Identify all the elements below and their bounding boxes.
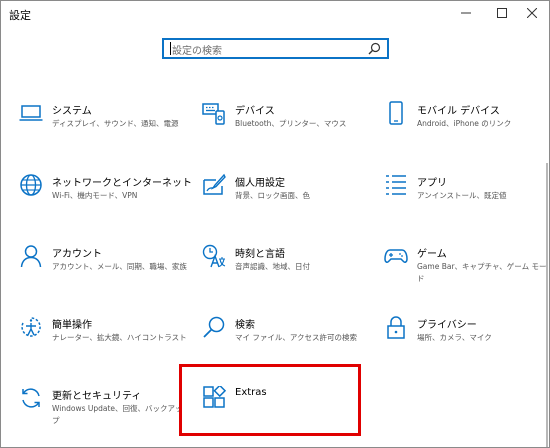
tile-description: 音声認識、地域、日付	[235, 262, 310, 271]
gamepad-icon	[384, 244, 408, 268]
tile-accounts[interactable]: アカウント アカウント、メール、同期、職場、家族	[19, 244, 189, 304]
ease-of-access-icon	[19, 315, 43, 339]
minimize-button[interactable]	[449, 1, 483, 25]
tile-name: 個人用設定	[235, 178, 285, 189]
tile-description: Game Bar、キャプチャ、ゲーム モード	[417, 262, 547, 283]
tile-name: モバイル デバイス	[417, 106, 500, 117]
tile-system[interactable]: システム ディスプレイ、サウンド、通知、電源	[19, 101, 189, 161]
laptop-icon	[19, 101, 43, 125]
tile-description: ディスプレイ、サウンド、通知、電源	[52, 119, 179, 128]
window-title: 設定	[9, 9, 31, 22]
time-language-icon	[202, 244, 226, 268]
search-input[interactable]: 設定の検索	[162, 38, 389, 59]
minimize-icon	[461, 12, 471, 14]
search-icon[interactable]	[368, 42, 381, 55]
tile-description: Bluetooth、プリンター、マウス	[235, 119, 347, 128]
tile-name: ゲーム	[417, 249, 447, 260]
tile-name: プライバシー	[417, 320, 477, 331]
tile-description: Windows Update、回復、バックアップ	[52, 404, 183, 425]
tile-name: デバイス	[235, 106, 275, 117]
tile-network[interactable]: ネットワークとインターネット Wi-Fi、機内モード、VPN	[19, 173, 192, 233]
globe-icon	[19, 173, 43, 197]
tile-name: アプリ	[417, 178, 447, 189]
tile-name: 検索	[235, 320, 255, 331]
tile-description: 背景、ロック画面、色	[235, 191, 310, 200]
tile-description: 場所、カメラ、マイク	[417, 333, 492, 342]
tile-devices[interactable]: デバイス Bluetooth、プリンター、マウス	[202, 101, 372, 161]
tile-description: アカウント、メール、同期、職場、家族	[52, 262, 187, 271]
close-icon	[527, 8, 537, 18]
app-list-icon	[384, 173, 408, 197]
tile-mobile-devices[interactable]: モバイル デバイス Android、iPhone のリンク	[384, 101, 549, 161]
maximize-icon	[497, 8, 507, 18]
tile-gaming[interactable]: ゲーム Game Bar、キャプチャ、ゲーム モード	[384, 244, 549, 304]
tile-name: ネットワークとインターネット	[52, 178, 192, 189]
tile-description: マイ ファイル、アクセス許可の検索	[235, 333, 358, 342]
tile-privacy[interactable]: プライバシー 場所、カメラ、マイク	[384, 315, 549, 375]
tile-name: 更新とセキュリティ	[52, 391, 142, 402]
tile-name: 時刻と言語	[235, 249, 285, 260]
update-icon	[19, 386, 43, 410]
lock-icon	[384, 315, 408, 339]
tile-apps[interactable]: アプリ アンインストール、既定値	[384, 173, 549, 233]
tile-time-language[interactable]: 時刻と言語 音声認識、地域、日付	[202, 244, 372, 304]
tile-description: Wi-Fi、機内モード、VPN	[52, 191, 138, 200]
paint-icon	[202, 173, 226, 197]
close-button[interactable]	[515, 1, 549, 25]
magnifier-icon	[202, 315, 226, 339]
tile-name: アカウント	[52, 249, 102, 260]
keyboard-icon	[202, 101, 226, 125]
tile-description: Android、iPhone のリンク	[417, 119, 512, 128]
maximize-button[interactable]	[485, 1, 519, 25]
settings-window: 設定 設定の検索 システム ディスプレイ、サウンド、通知、電源 デバイス Blu…	[0, 0, 550, 448]
highlight-frame	[179, 364, 361, 436]
phone-icon	[384, 101, 408, 125]
search-placeholder: 設定の検索	[172, 46, 222, 57]
tile-description: ナレーター、拡大鏡、ハイコントラスト	[52, 333, 187, 342]
tile-name: システム	[52, 106, 92, 117]
tile-update-security[interactable]: 更新とセキュリティ Windows Update、回復、バックアップ	[19, 386, 189, 446]
person-icon	[19, 244, 43, 268]
tile-description: アンインストール、既定値	[417, 191, 507, 200]
tile-ease-of-access[interactable]: 簡単操作 ナレーター、拡大鏡、ハイコントラスト	[19, 315, 189, 375]
text-caret	[170, 42, 171, 55]
title-bar: 設定	[1, 1, 549, 25]
tile-name: 簡単操作	[52, 320, 92, 331]
tile-personalization[interactable]: 個人用設定 背景、ロック画面、色	[202, 173, 372, 233]
